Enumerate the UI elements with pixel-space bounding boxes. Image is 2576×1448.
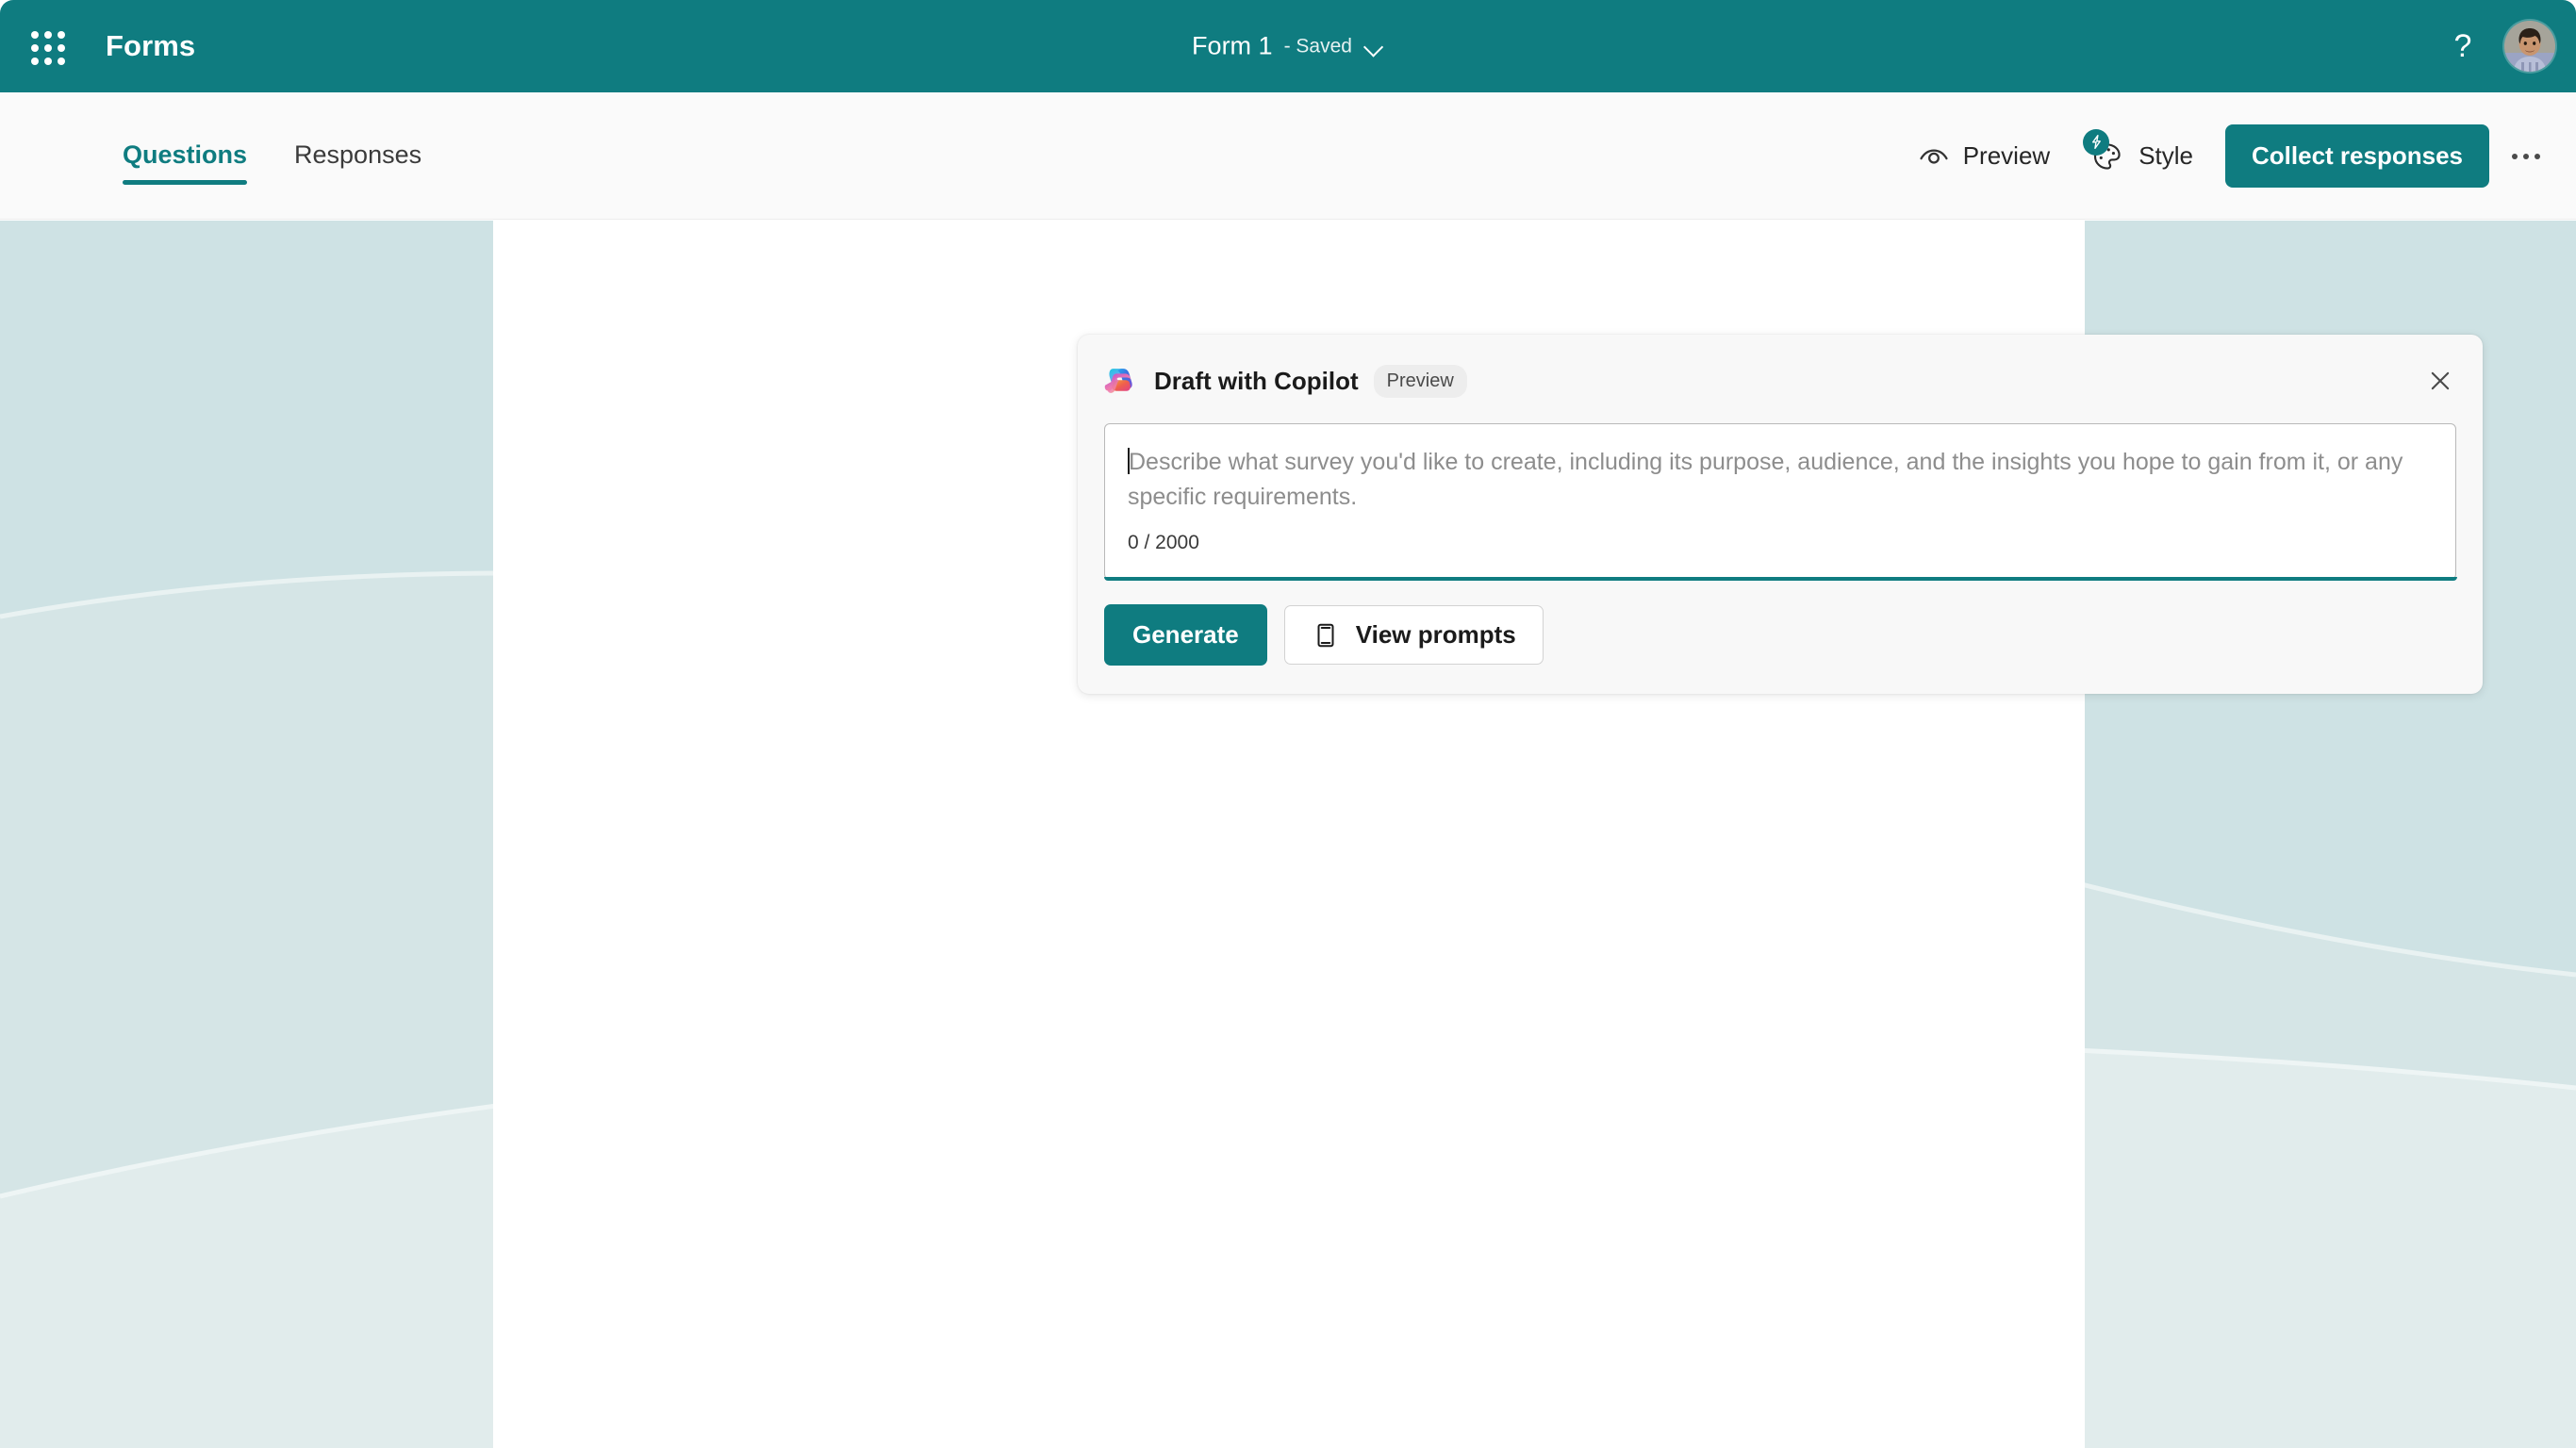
collect-responses-button[interactable]: Collect responses — [2225, 124, 2489, 188]
grid-dot — [58, 31, 65, 39]
app-brand-title[interactable]: Forms — [106, 29, 195, 63]
form-sheet: Draft with Copilot Preview Describe what… — [493, 221, 2483, 1448]
app-launcher-grid-icon[interactable] — [25, 25, 68, 68]
grid-dot — [31, 44, 39, 52]
lightning-bolt-icon — [2083, 128, 2110, 156]
grid-dot — [58, 58, 65, 65]
copilot-card-header: Draft with Copilot Preview — [1104, 359, 2456, 403]
close-icon[interactable] — [2419, 359, 2462, 403]
ellipsis-dot — [2535, 153, 2540, 159]
grid-dot — [44, 44, 52, 52]
avatar[interactable] — [2504, 21, 2555, 72]
document-title-area: Form 1 - Saved — [1192, 32, 1384, 61]
command-bar-actions: Preview Style Collect responses — [1899, 92, 2551, 220]
grid-dot — [58, 44, 65, 52]
tab-responses-label: Responses — [294, 140, 422, 169]
chevron-down-icon[interactable] — [1363, 36, 1384, 57]
tab-list: Questions Responses — [106, 92, 438, 220]
preview-label: Preview — [1962, 141, 2051, 170]
avatar-photo — [2504, 21, 2555, 72]
palette-icon — [2083, 128, 2125, 175]
grid-dot — [31, 58, 39, 65]
preview-button[interactable]: Preview — [1899, 129, 2069, 184]
view-prompts-button[interactable]: View prompts — [1283, 605, 1544, 665]
grid-dot — [44, 31, 52, 39]
tab-responses[interactable]: Responses — [277, 133, 438, 179]
draft-with-copilot-card: Draft with Copilot Preview Describe what… — [1078, 335, 2483, 694]
style-label: Style — [2138, 141, 2194, 170]
forms-app-window: Forms Form 1 - Saved ? Questions Respons… — [0, 0, 2576, 1448]
form-title[interactable]: Form 1 — [1192, 32, 1273, 61]
form-canvas: Draft with Copilot Preview Describe what… — [0, 221, 2576, 1448]
prompt-input-wrapper[interactable]: Describe what survey you'd like to creat… — [1103, 423, 2457, 581]
copilot-icon — [1104, 369, 1132, 393]
tab-questions[interactable]: Questions — [106, 133, 264, 185]
ellipsis-dot — [2523, 153, 2529, 159]
prompt-placeholder[interactable]: Describe what survey you'd like to creat… — [1128, 445, 2433, 515]
prompt-placeholder-text: Describe what survey you'd like to creat… — [1128, 449, 2403, 510]
eye-icon — [1920, 148, 1948, 164]
view-prompts-label: View prompts — [1355, 620, 1516, 649]
save-status: - Saved — [1283, 35, 1352, 57]
app-header: Forms Form 1 - Saved ? — [0, 0, 2576, 92]
grid-dot — [44, 58, 52, 65]
generate-button[interactable]: Generate — [1104, 604, 1267, 666]
style-button[interactable]: Style — [2069, 126, 2212, 187]
book-icon — [1317, 623, 1334, 647]
help-icon[interactable]: ? — [2440, 24, 2485, 69]
grid-dot — [31, 31, 39, 39]
ellipsis-horizontal-icon[interactable] — [2501, 131, 2551, 182]
ellipsis-dot — [2512, 153, 2518, 159]
preview-badge: Preview — [1373, 364, 1467, 398]
close-glyph — [2431, 371, 2450, 390]
character-counter: 0 / 2000 — [1128, 531, 1199, 553]
copilot-card-actions: Generate View prompts — [1104, 604, 2456, 666]
copilot-card-title: Draft with Copilot — [1154, 366, 1359, 395]
tab-questions-label: Questions — [123, 140, 248, 169]
bolt-glyph — [2091, 135, 2101, 149]
command-bar: Questions Responses Preview Style Collec… — [0, 92, 2576, 220]
